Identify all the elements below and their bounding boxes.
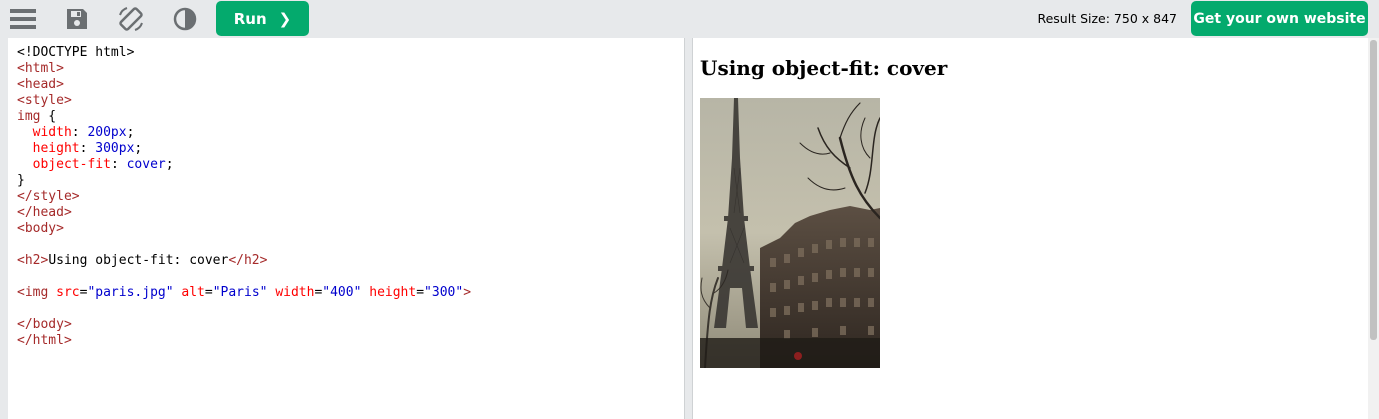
get-your-own-website-button[interactable]: Get your own website xyxy=(1191,1,1368,36)
pane-splitter[interactable] xyxy=(684,38,693,419)
run-button[interactable]: Run ❯ xyxy=(216,1,309,36)
save-icon[interactable] xyxy=(62,4,92,34)
chevron-right-icon: ❯ xyxy=(278,9,292,28)
toolbar: Run ❯ Result Size: 750 x 847 Get your ow… xyxy=(0,0,1379,38)
contrast-icon[interactable] xyxy=(170,4,200,34)
menu-icon[interactable] xyxy=(8,4,38,34)
paris-image xyxy=(700,98,880,368)
rotate-icon[interactable] xyxy=(116,4,146,34)
result-scrollbar[interactable] xyxy=(1368,38,1379,419)
code-text[interactable]: <!DOCTYPE html> <html> <head> <style> im… xyxy=(17,45,471,349)
scrollbar-thumb[interactable] xyxy=(1370,40,1377,340)
run-label: Run xyxy=(233,9,267,28)
result-size-label: Result Size: 750 x 847 xyxy=(1037,11,1177,26)
code-editor[interactable]: <!DOCTYPE html> <html> <head> <style> im… xyxy=(8,38,684,419)
result-heading: Using object-fit: cover xyxy=(700,56,948,80)
result-frame: Using object-fit: cover xyxy=(693,38,1368,419)
